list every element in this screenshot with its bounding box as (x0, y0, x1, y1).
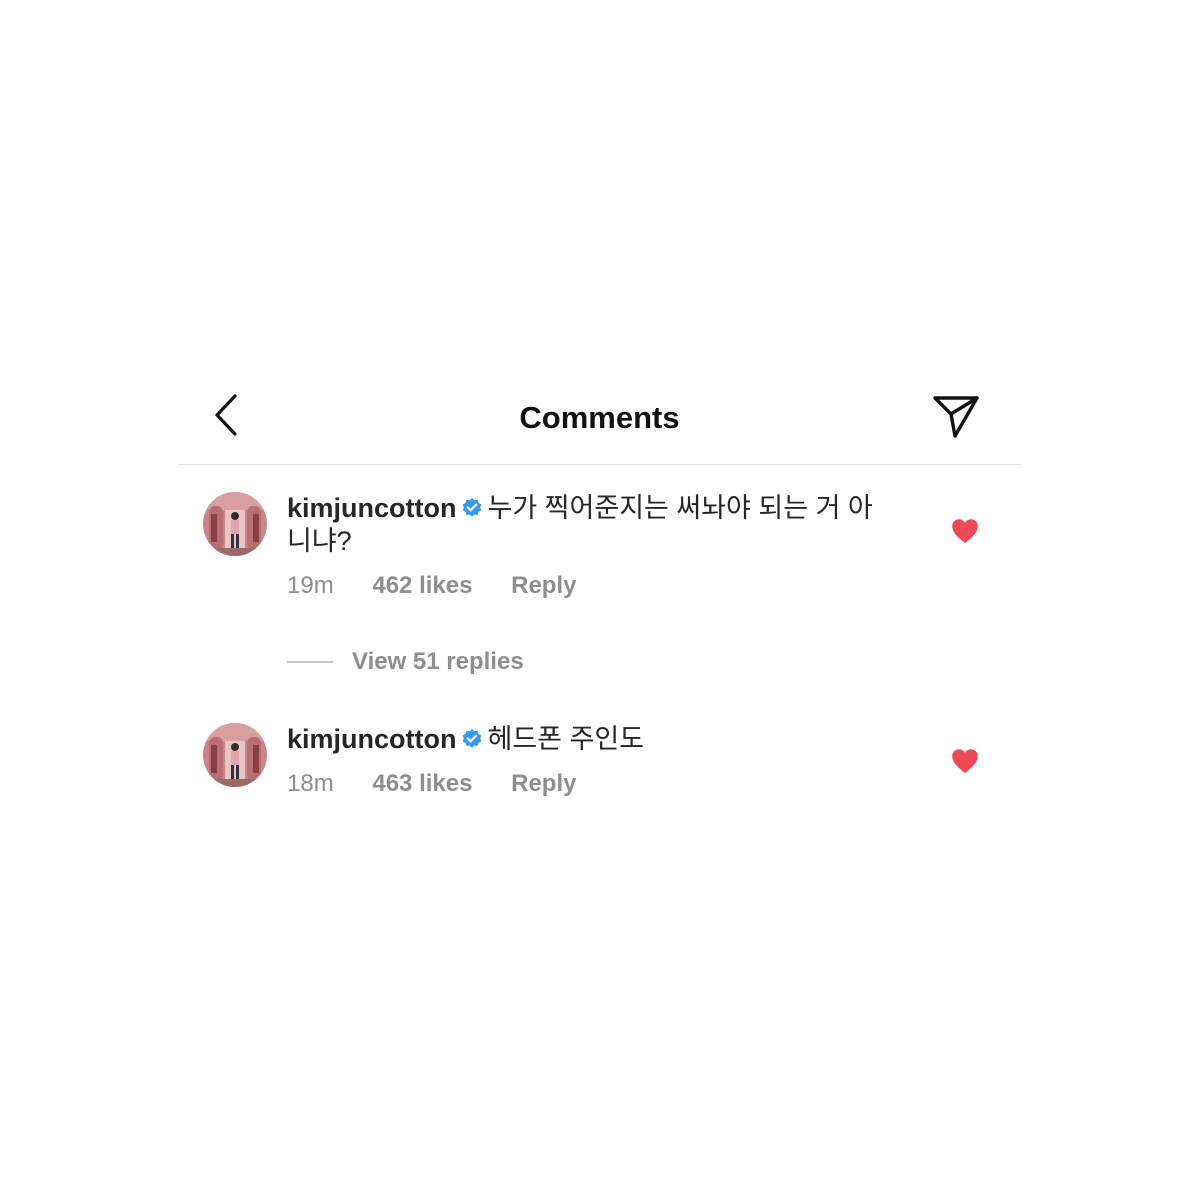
comment-time: 18m (287, 770, 334, 797)
comment-text-line: kimjuncotton 헤드폰 주인도 (287, 723, 897, 756)
view-replies-button[interactable]: View 51 replies (287, 646, 524, 678)
share-button[interactable] (930, 392, 982, 442)
username-link[interactable]: kimjuncotton (287, 493, 457, 523)
view-replies-label: View 51 replies (352, 648, 524, 675)
comment-time: 19m (287, 572, 334, 599)
heart-icon[interactable] (951, 518, 979, 544)
chevron-left-icon (215, 394, 237, 436)
like-count[interactable]: 462 likes (372, 572, 472, 600)
username-link[interactable]: kimjuncotton (287, 724, 457, 754)
verified-badge-icon (462, 729, 481, 748)
comment-text-line: kimjuncotton 누가 찍어준지는 써놔야 되는 거 아니냐? (287, 492, 897, 558)
paper-plane-icon (933, 396, 979, 438)
comment-meta: 18m 463 likes Reply (287, 770, 897, 798)
avatar[interactable] (203, 492, 267, 556)
heart-icon[interactable] (951, 748, 979, 774)
page-title: Comments (519, 400, 680, 435)
comment-body: kimjuncotton 누가 찍어준지는 써놔야 되는 거 아니냐? 19m … (287, 492, 897, 600)
back-button[interactable] (208, 392, 248, 438)
avatar[interactable] (203, 723, 267, 787)
reply-button[interactable]: Reply (511, 770, 576, 798)
comment-text: 헤드폰 주인도 (487, 724, 645, 754)
comment-body: kimjuncotton 헤드폰 주인도 18m 463 likes Reply (287, 723, 897, 798)
replies-divider-line (287, 661, 333, 663)
header-bar: Comments (178, 380, 1021, 465)
like-count[interactable]: 463 likes (372, 770, 472, 798)
comment-meta: 19m 462 likes Reply (287, 572, 897, 600)
reply-button[interactable]: Reply (511, 572, 576, 600)
verified-badge-icon (462, 498, 481, 517)
